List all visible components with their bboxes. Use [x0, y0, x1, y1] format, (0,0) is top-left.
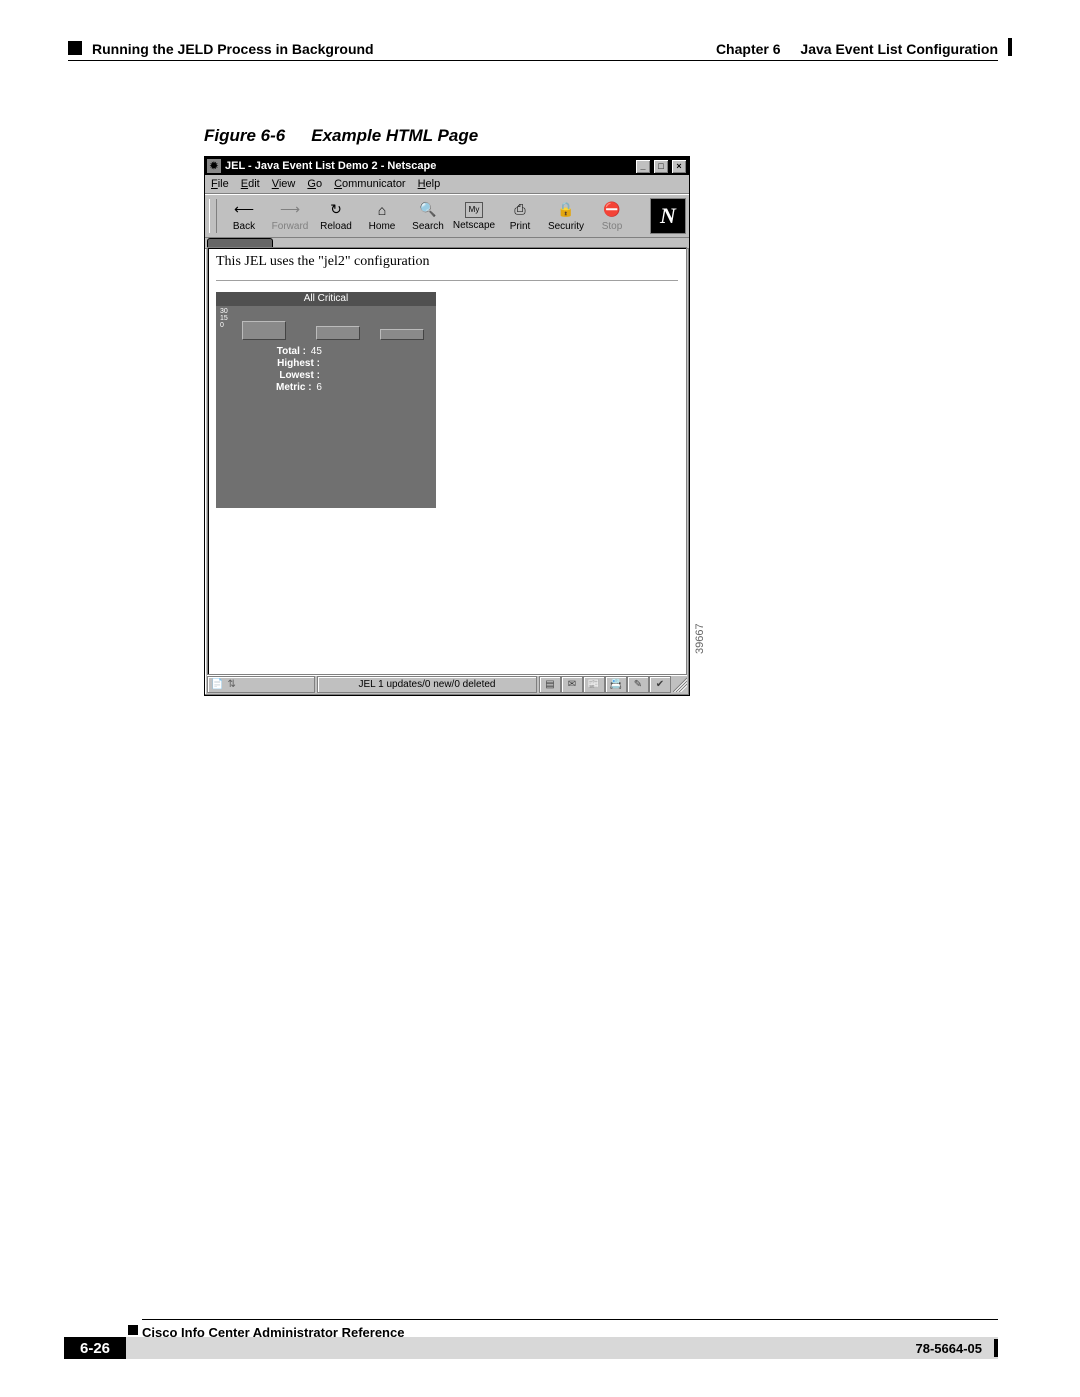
menu-go[interactable]: Go [307, 178, 322, 190]
menu-file[interactable]: File [211, 178, 229, 190]
forward-label: Forward [272, 221, 309, 232]
stop-button[interactable]: ⛔ Stop [589, 196, 635, 236]
stat-lowest-label: Lowest : [279, 370, 320, 381]
header-chapter-label: Chapter 6 [716, 41, 781, 57]
figure-label: Figure 6-6 [204, 126, 285, 145]
jel-applet[interactable]: All Critical 30 15 0 Total : 45 Highest … [216, 292, 436, 508]
header-end-bar-icon [1008, 38, 1012, 56]
reload-button[interactable]: ↻ Reload [313, 196, 359, 236]
toolbar: ⟵ Back ⟶ Forward ↻ Reload ⌂ Home 🔍 Searc… [205, 194, 689, 238]
page-text: This JEL uses the "jel2" configuration [208, 248, 686, 274]
figure-caption: Figure 6-6 Example HTML Page [204, 126, 478, 146]
search-icon: 🔍 [418, 201, 438, 219]
stat-highest-label: Highest : [277, 358, 320, 369]
page-header: Running the JELD Process in Background C… [68, 38, 998, 60]
reload-label: Reload [320, 221, 352, 232]
stop-icon: ⛔ [602, 201, 622, 219]
addr-icon[interactable]: 📇 [605, 676, 627, 693]
browser-viewport: This JEL uses the "jel2" configuration A… [207, 247, 687, 675]
status-doc-icon: 📄 [211, 679, 223, 690]
app-icon: ✹ [207, 159, 221, 173]
component-bar: ▤ ✉ 📰 📇 ✎ ✔ [539, 676, 671, 693]
forward-button[interactable]: ⟶ Forward [267, 196, 313, 236]
search-label: Search [412, 221, 444, 232]
status-left-pane: 📄 ⇅ [207, 676, 315, 693]
figure-id: 39667 [694, 623, 706, 654]
window-title: JEL - Java Event List Demo 2 - Netscape [225, 160, 633, 172]
home-button[interactable]: ⌂ Home [359, 196, 405, 236]
stat-total-label: Total : [277, 346, 306, 357]
footer-page-number: 6-26 [64, 1337, 126, 1359]
footer-leader [126, 1337, 998, 1359]
menu-view[interactable]: View [272, 178, 296, 190]
chart-bar-3 [380, 329, 424, 340]
footer-doc-number: 78-5664-05 [916, 1341, 983, 1356]
chart-bar-2 [316, 326, 360, 340]
resize-grip-icon[interactable] [673, 677, 687, 692]
news-icon[interactable]: 📰 [583, 676, 605, 693]
home-icon: ⌂ [372, 201, 392, 219]
page-footer: Cisco Info Center Administrator Referenc… [64, 1319, 998, 1363]
netscape-icon: My [465, 202, 483, 218]
footer-bullet-icon [128, 1325, 138, 1335]
minimize-button[interactable]: _ [635, 159, 651, 174]
security-label: Security [548, 221, 584, 232]
chart-yaxis: 30 15 0 [220, 308, 228, 329]
content-divider [216, 280, 678, 282]
lock-icon: 🔒 [556, 201, 576, 219]
header-right: Chapter 6 Java Event List Configuration [716, 41, 998, 57]
netscape-label: Netscape [453, 220, 495, 231]
mail-icon[interactable]: ✉ [561, 676, 583, 693]
header-section: Running the JELD Process in Background [92, 41, 374, 57]
stat-metric-value: 6 [316, 382, 322, 393]
header-rule [68, 60, 998, 61]
status-link-icon: ⇅ [227, 679, 235, 690]
toolbar-grip-icon[interactable] [209, 199, 217, 233]
netscape-button[interactable]: My Netscape [451, 196, 497, 236]
reload-icon: ↻ [326, 201, 346, 219]
chart-bar-1 [242, 321, 286, 340]
statusbar: 📄 ⇅ JEL 1 updates/0 new/0 deleted ▤ ✉ 📰 … [207, 675, 687, 693]
footer-rule [142, 1319, 998, 1320]
print-icon: ⎙ [510, 201, 530, 219]
extra-icon[interactable]: ✔ [649, 676, 671, 693]
header-bullet-icon [68, 41, 82, 55]
figure-title: Example HTML Page [311, 126, 478, 145]
applet-title: All Critical [216, 292, 436, 306]
back-icon: ⟵ [234, 201, 254, 219]
home-label: Home [369, 221, 396, 232]
applet-chart: 30 15 0 [220, 308, 432, 344]
back-label: Back [233, 221, 255, 232]
search-button[interactable]: 🔍 Search [405, 196, 451, 236]
print-label: Print [510, 221, 531, 232]
footer-end-bar-icon [994, 1339, 998, 1357]
composer-icon[interactable]: ✎ [627, 676, 649, 693]
maximize-button[interactable]: □ [653, 159, 669, 174]
close-button[interactable]: × [671, 159, 687, 174]
stat-total-value: 45 [311, 346, 322, 357]
menu-communicator[interactable]: Communicator [334, 178, 406, 190]
back-button[interactable]: ⟵ Back [221, 196, 267, 236]
netscape-logo-icon: N [650, 198, 686, 234]
stat-metric-label: Metric : [276, 382, 312, 393]
forward-icon: ⟶ [280, 201, 300, 219]
status-message: JEL 1 updates/0 new/0 deleted [317, 676, 537, 693]
header-chapter-title: Java Event List Configuration [800, 41, 998, 57]
applet-stats: Total : 45 Highest : Lowest : Metric : 6 [276, 346, 322, 394]
titlebar[interactable]: ✹ JEL - Java Event List Demo 2 - Netscap… [205, 157, 689, 175]
menubar: File Edit View Go Communicator Help [205, 175, 689, 194]
menu-help[interactable]: Help [418, 178, 441, 190]
menu-edit[interactable]: Edit [241, 178, 260, 190]
netscape-window: ✹ JEL - Java Event List Demo 2 - Netscap… [204, 156, 690, 696]
stop-label: Stop [602, 221, 623, 232]
nav-icon[interactable]: ▤ [539, 676, 561, 693]
security-button[interactable]: 🔒 Security [543, 196, 589, 236]
print-button[interactable]: ⎙ Print [497, 196, 543, 236]
